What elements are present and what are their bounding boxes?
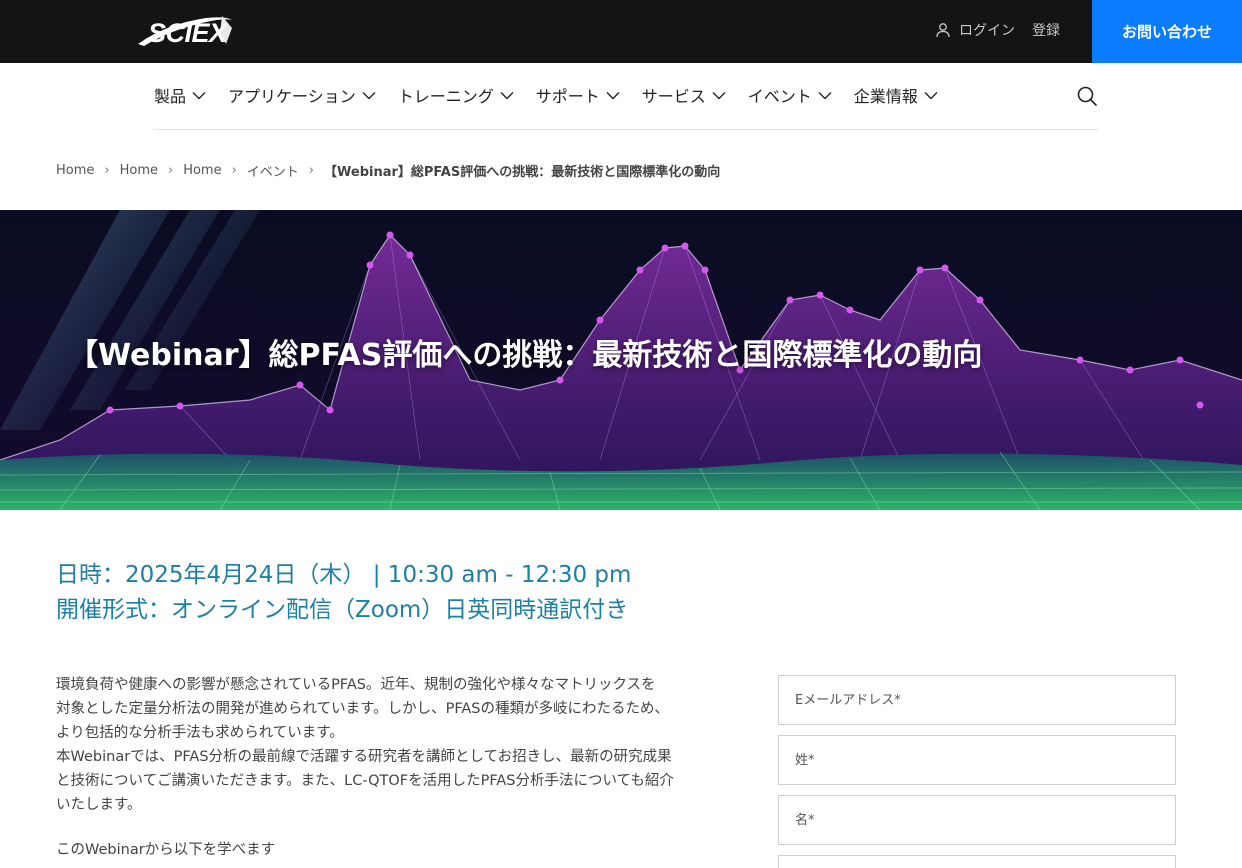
breadcrumb-link-1[interactable]: Home [120, 163, 158, 178]
event-format: 開催形式：オンライン配信（Zoom）日英同時通訳付き [56, 597, 629, 623]
nav-item-label: サポート [535, 87, 600, 106]
nav-item-4[interactable]: サービス [642, 83, 726, 107]
breadcrumb-link-0[interactable]: Home [56, 163, 94, 178]
nav-items: 製品 アプリケーション トレーニング サポート サービス イベント 企業情報 [154, 83, 960, 107]
hero-banner: 【Webinar】総PFAS評価への挑戦：最新技術と国際標準化の動向 [0, 210, 1242, 510]
event-date: 日時：2025年4月24日（木） | 10:30 am - 12:30 pm [56, 562, 632, 588]
nav-item-label: トレーニング [397, 87, 494, 106]
logo-text: SCIEX [148, 18, 227, 48]
description-line: より包括的な分析手法も求められています。 [56, 725, 344, 741]
nav-item-0[interactable]: 製品 [154, 83, 206, 107]
chevron-down-icon [924, 91, 938, 99]
contact-button[interactable]: お問い合わせ [1092, 0, 1242, 63]
breadcrumb-separator-icon: › [308, 163, 314, 178]
chevron-down-icon [712, 91, 726, 99]
top-bar: SCIEX ログイン 登録 お問い合わせ [0, 0, 1242, 63]
chevron-down-icon [192, 91, 206, 99]
register-link[interactable]: 登録 [1032, 20, 1060, 40]
login-link[interactable]: ログイン [935, 20, 1015, 40]
event-description: 環境負荷や健康への影響が懸念されているPFAS。近年、規制の強化や様々なマトリッ… [56, 673, 736, 817]
user-icon [936, 23, 950, 38]
learn-heading: このWebinarから以下を学べます [56, 842, 276, 858]
search-icon[interactable] [1076, 85, 1098, 107]
nav-item-label: アプリケーション [228, 87, 356, 106]
chevron-down-icon [606, 91, 620, 99]
chevron-down-icon [818, 91, 832, 99]
nav-item-label: 製品 [154, 87, 187, 106]
chevron-down-icon [500, 91, 514, 99]
description-line: いたします。 [56, 797, 142, 813]
nav-item-label: サービス [641, 87, 706, 106]
nav-item-3[interactable]: サポート [536, 83, 620, 107]
nav-item-5[interactable]: イベント [748, 83, 832, 107]
breadcrumb-separator-icon: › [167, 163, 174, 178]
last-name-field[interactable] [778, 735, 1176, 785]
nav-item-6[interactable]: 企業情報 [854, 83, 938, 107]
email-field[interactable] [778, 675, 1176, 725]
nav-item-2[interactable]: トレーニング [398, 83, 514, 107]
description-line: 環境負荷や健康への影響が懸念されているPFAS。近年、規制の強化や様々なマトリッ… [56, 677, 656, 693]
first-name-field[interactable] [778, 795, 1176, 845]
nav-item-1[interactable]: アプリケーション [228, 83, 376, 107]
description-line: 本Webinarでは、PFAS分析の最前線で活躍する研究者を講師としてお招きし、… [56, 749, 672, 765]
breadcrumb: Home › Home › Home › イベント › 【Webinar】総PFAS評価への挑戦… [56, 161, 720, 180]
description-line: 対象とした定量分析法の開発が進められています。しかし、PFASの種類が多岐にわた… [56, 701, 669, 717]
chevron-down-icon [362, 91, 376, 99]
main-nav: 製品 アプリケーション トレーニング サポート サービス イベント 企業情報 [154, 63, 1098, 130]
breadcrumb-separator-icon: › [231, 163, 237, 178]
nav-item-label: 企業情報 [853, 87, 918, 106]
next-form-field[interactable] [778, 855, 1176, 868]
breadcrumb-link-2[interactable]: Home [183, 163, 221, 178]
breadcrumb-separator-icon: › [104, 163, 110, 178]
description-line: と技術についてご講演いただきます。また、LC-QTOFを活用したPFAS分析手法… [56, 773, 674, 789]
breadcrumb-current: 【Webinar】総PFAS評価への挑戦：最新技術と国際標準化の動向 [324, 165, 721, 180]
hero-title: 【Webinar】総PFAS評価への挑戦：最新技術と国際標準化の動向 [68, 338, 983, 373]
sciex-logo[interactable]: SCIEX [136, 14, 236, 48]
login-label: ログイン [959, 23, 1015, 39]
breadcrumb-link-3[interactable]: イベント [247, 161, 299, 180]
nav-item-label: イベント [747, 87, 812, 106]
